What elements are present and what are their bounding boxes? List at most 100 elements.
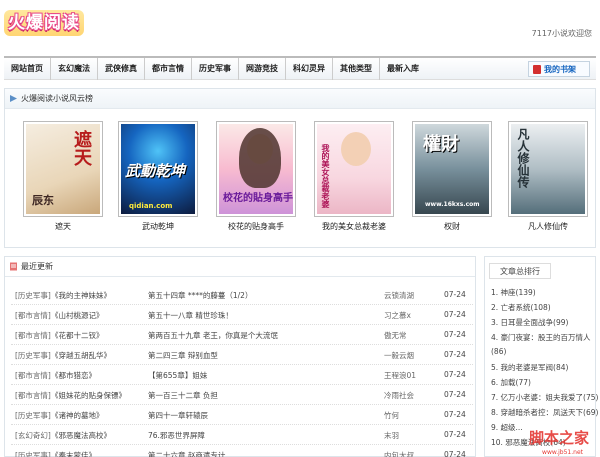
chapter-link[interactable]: 第四十一章轩辕辰 [148, 410, 208, 421]
author-name: 竹何 [384, 411, 399, 420]
welcome-text: 7117小说欢迎您 [531, 29, 592, 38]
cover-art: 武動乾坤 qidian.com [121, 124, 195, 214]
book-link[interactable]: 《都市猎恋》 [51, 370, 96, 381]
nav-item-history[interactable]: 历史军事 [191, 57, 238, 80]
book-link[interactable]: 《邪恶魔法高校》 [51, 430, 111, 441]
nav-item-new[interactable]: 最新入库 [379, 57, 426, 80]
cover-title: 權財 [423, 134, 459, 155]
author-name: 末羽 [384, 431, 399, 440]
book-cover[interactable]: 凡人修仙传 [508, 121, 588, 217]
book-title[interactable]: 遮天 [23, 221, 103, 232]
nav-item-fantasy[interactable]: 玄幻魔法 [50, 57, 97, 80]
ranking-item[interactable]: 5. 我的老婆是军阀(84) [491, 362, 568, 373]
nav-item-scifi[interactable]: 科幻灵异 [285, 57, 332, 80]
ranking-item[interactable]: 2. 亡者系统(108) [491, 302, 551, 313]
main-nav: 网站首页 玄幻魔法 武侠修真 都市言情 历史军事 网游竞技 科幻灵异 其他类型 … [4, 56, 596, 80]
book-link[interactable]: 《山村桃源记》 [51, 310, 104, 321]
chapter-link[interactable]: 第二十六章 赵商遣专计 [148, 450, 225, 457]
cover-art: 我的美女总裁老婆 [317, 124, 391, 214]
book-title[interactable]: 武动乾坤 [118, 221, 198, 232]
chapter-link[interactable]: 第两百五十九章 老王，你真是个大流氓 [148, 330, 278, 341]
update-row: [都市言情] 《都市猎恋》 【第655章】姐妹 王程浪01 07-24 [11, 363, 473, 385]
cover-title: 我的美女总裁老婆 [321, 144, 330, 208]
category-label: [历史军事] [15, 411, 51, 420]
chapter-link[interactable]: 第五十四章 ****的藤蔓（1/2） [148, 290, 252, 301]
cover-art: 遮天 辰东 [26, 124, 100, 214]
chapter-link[interactable]: 【第655章】姐妹 [148, 370, 207, 381]
book-card[interactable]: 遮天 辰东 遮天 [23, 121, 103, 232]
book-cover[interactable]: 武動乾坤 qidian.com [118, 121, 198, 217]
update-row: [都市言情] 《花都十二钗》 第两百五十九章 老王，你真是个大流氓 傲无常 07-24 [11, 323, 473, 345]
update-date: 07-24 [444, 290, 466, 299]
section-title: 火爆阅读小说风云榜 [21, 94, 93, 103]
nav-item-home[interactable]: 网站首页 [4, 58, 50, 80]
bookshelf-button[interactable]: 我的书架 [528, 61, 590, 77]
category-label: [玄幻奇幻] [15, 431, 51, 440]
cover-title: 凡人修仙传 [516, 128, 530, 188]
update-date: 07-24 [444, 430, 466, 439]
category-label: [历史军事] [15, 351, 51, 360]
update-row: [历史军事] 《穿越五胡乱华》 第二四三章 辩别血型 一毅云烟 07-24 [11, 343, 473, 365]
book-card[interactable]: 凡人修仙传 凡人修仙传 [508, 121, 588, 232]
update-date: 07-24 [444, 330, 466, 339]
update-row: [玄幻奇幻] 《邪恶魔法高校》 76.邪恶世界屏障 末羽 07-24 [11, 423, 473, 445]
author-name: 傲无常 [384, 331, 407, 340]
document-icon [10, 262, 17, 271]
update-row: [历史军事] 《诸神的墓地》 第四十一章轩辕辰 竹何 07-24 [11, 403, 473, 425]
book-title[interactable]: 校花的贴身高手 [216, 221, 296, 232]
book-cover[interactable]: 我的美女总裁老婆 [314, 121, 394, 217]
cover-hair [239, 128, 281, 188]
cover-author: 辰东 [32, 194, 54, 207]
book-cover[interactable]: 權財 www.16kxs.com [412, 121, 492, 217]
ranking-tab[interactable]: 文章总排行 [489, 263, 551, 279]
ranking-item[interactable]: 3. 日耳曼全面战争(99) [491, 317, 568, 328]
chapter-link[interactable]: 第一百三十二章 负担 [148, 390, 218, 401]
book-card[interactable]: 校花的貼身高手 校花的贴身高手 [216, 121, 296, 232]
book-cover[interactable]: 遮天 辰东 [23, 121, 103, 217]
update-date: 07-24 [444, 450, 466, 457]
cover-face [341, 132, 371, 166]
chapter-link[interactable]: 76.邪恶世界屏障 [148, 430, 205, 441]
chapter-link[interactable]: 第二四三章 辩别血型 [148, 350, 218, 361]
site-logo[interactable]: 火爆阅读 [4, 6, 84, 42]
book-cover[interactable]: 校花的貼身高手 [216, 121, 296, 217]
author-name: 习之慕x [384, 311, 411, 320]
nav-item-urban[interactable]: 都市言情 [144, 57, 191, 80]
chapter-link[interactable]: 第五十一八章 精世珍珠！ [148, 310, 233, 321]
nav-item-game[interactable]: 网游竞技 [238, 57, 285, 80]
book-icon [533, 64, 541, 74]
book-link[interactable]: 《诸神的墓地》 [51, 410, 104, 421]
book-card[interactable]: 我的美女总裁老婆 我的美女总裁老婆 [314, 121, 394, 232]
logo-text: 火爆阅读 [8, 13, 80, 33]
update-date: 07-24 [444, 350, 466, 359]
ranking-item[interactable]: 9. 超级... [491, 422, 523, 433]
book-title[interactable]: 我的美女总裁老婆 [314, 221, 394, 232]
ranking-item[interactable]: (86) [491, 347, 506, 356]
author-name: 云锁清湖 [384, 291, 414, 300]
book-card[interactable]: 權財 www.16kxs.com 权财 [412, 121, 492, 232]
book-link[interactable]: 《我的主神妹妹》 [51, 290, 111, 301]
update-row: [都市言情] 《姐妹花的贴身保镖》 第一百三十二章 负担 冷雨社会 07-24 [11, 383, 473, 405]
book-covers: 遮天 辰东 遮天 武動乾坤 qidian.com 武动乾坤 校花的貼身高手 校花… [5, 121, 595, 243]
book-link[interactable]: 《穿越五胡乱华》 [51, 350, 111, 361]
update-row: [历史军事] 《我的主神妹妹》 第五十四章 ****的藤蔓（1/2） 云锁清湖 07-2… [11, 283, 473, 305]
ranking-item[interactable]: 1. 神座(139) [491, 287, 536, 298]
book-title[interactable]: 权财 [412, 221, 492, 232]
watermark-url: www.jb51.net [542, 449, 583, 456]
ranking-item[interactable]: 6. 加载(77) [491, 377, 531, 388]
nav-item-wuxia[interactable]: 武侠修真 [97, 57, 144, 80]
ranking-item[interactable]: 4. 豪门夜宴：股王的百万情人 [491, 332, 591, 343]
book-link[interactable]: 《秦末蒙佳》 [51, 450, 96, 457]
ranking-item[interactable]: 8. 穿越暗杀者控：凤送天下(69) [491, 407, 598, 418]
ranking-item[interactable]: 7. 亿万小老婆：姐夫我爱了(75) [491, 392, 598, 403]
category-label: [都市言情] [15, 311, 51, 320]
book-link[interactable]: 《花都十二钗》 [51, 330, 104, 341]
book-title[interactable]: 凡人修仙传 [508, 221, 588, 232]
book-link[interactable]: 《姐妹花的贴身保镖》 [51, 390, 126, 401]
cover-title: 校花的貼身高手 [223, 193, 293, 204]
book-card[interactable]: 武動乾坤 qidian.com 武动乾坤 [118, 121, 198, 232]
recent-updates-section: 最近更新 [历史军事] 《我的主神妹妹》 第五十四章 ****的藤蔓（1/2） 云锁清… [4, 256, 476, 457]
watermark-text: 脚本之家 [528, 429, 589, 447]
nav-item-other[interactable]: 其他类型 [332, 57, 379, 80]
author-name: 内包大叔 [384, 451, 414, 457]
